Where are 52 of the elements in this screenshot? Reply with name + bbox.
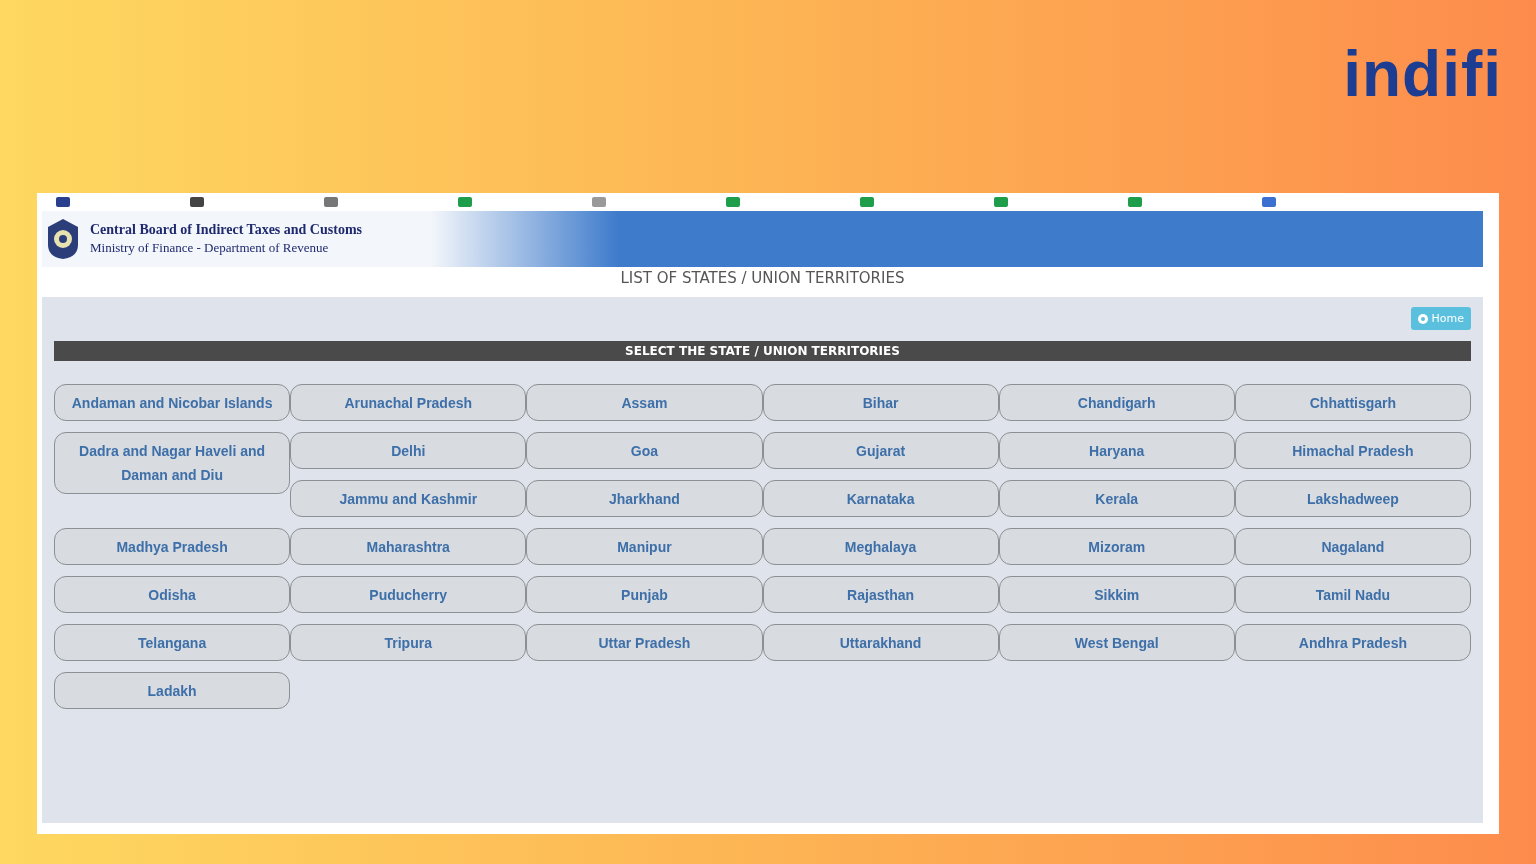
bookmark-icon[interactable] bbox=[190, 197, 204, 207]
state-button[interactable]: Nagaland bbox=[1234, 528, 1471, 565]
state-button[interactable]: Arunachal Pradesh bbox=[290, 384, 527, 421]
state-button[interactable]: Sikkim bbox=[998, 576, 1235, 613]
bookmark-icon[interactable] bbox=[324, 197, 338, 207]
bookmark-icon[interactable] bbox=[994, 197, 1008, 207]
state-button[interactable]: West Bengal bbox=[998, 624, 1235, 661]
state-button[interactable]: Mizoram bbox=[998, 528, 1235, 565]
state-button[interactable]: Kerala bbox=[998, 480, 1235, 517]
header-subtitle: Ministry of Finance - Department of Revenue bbox=[90, 240, 330, 256]
bookmark-icon[interactable] bbox=[458, 197, 472, 207]
home-button[interactable]: Home bbox=[1410, 307, 1471, 330]
page-title: LIST OF STATES / UNION TERRITORIES bbox=[619, 268, 906, 289]
state-button[interactable]: Dadra and Nagar Haveli and Daman and Diu bbox=[54, 432, 291, 494]
circle-icon bbox=[1417, 313, 1428, 324]
state-button[interactable]: Andhra Pradesh bbox=[1234, 624, 1471, 661]
state-button[interactable]: Haryana bbox=[998, 432, 1235, 469]
state-button[interactable]: Himachal Pradesh bbox=[1234, 432, 1471, 469]
state-button[interactable]: Lakshadweep bbox=[1234, 480, 1471, 517]
state-button[interactable]: Assam bbox=[526, 384, 763, 421]
state-button[interactable]: Andaman and Nicobar Islands bbox=[54, 384, 291, 421]
state-button[interactable]: Uttarakhand bbox=[762, 624, 999, 661]
state-button[interactable]: Chandigarh bbox=[998, 384, 1235, 421]
state-button[interactable]: Punjab bbox=[526, 576, 763, 613]
brand-logo: indifi bbox=[1343, 42, 1502, 106]
bookmark-icon[interactable] bbox=[1262, 197, 1276, 207]
bookmark-icon[interactable] bbox=[726, 197, 740, 207]
header-title: Central Board of Indirect Taxes and Customs bbox=[90, 222, 362, 238]
state-button[interactable]: Meghalaya bbox=[762, 528, 999, 565]
state-button[interactable]: Telangana bbox=[54, 624, 291, 661]
state-button[interactable]: Uttar Pradesh bbox=[526, 624, 763, 661]
state-button[interactable]: Tamil Nadu bbox=[1234, 576, 1471, 613]
state-button[interactable]: Ladakh bbox=[54, 672, 291, 709]
state-button[interactable]: Tripura bbox=[290, 624, 527, 661]
state-button[interactable]: Puducherry bbox=[290, 576, 527, 613]
state-button[interactable]: Madhya Pradesh bbox=[54, 528, 291, 565]
section-header: SELECT THE STATE / UNION TERRITORIES bbox=[54, 341, 1471, 361]
state-button[interactable]: Maharashtra bbox=[290, 528, 527, 565]
state-button[interactable]: Delhi bbox=[290, 432, 527, 469]
state-button[interactable]: Jammu and Kashmir bbox=[290, 480, 527, 517]
state-button[interactable]: Goa bbox=[526, 432, 763, 469]
bookmark-icon[interactable] bbox=[56, 197, 70, 207]
state-button[interactable]: Manipur bbox=[526, 528, 763, 565]
bookmark-icon[interactable] bbox=[860, 197, 874, 207]
bookmark-icon[interactable] bbox=[1128, 197, 1142, 207]
state-button[interactable]: Jharkhand bbox=[526, 480, 763, 517]
state-button[interactable]: Karnataka bbox=[762, 480, 999, 517]
state-button[interactable]: Gujarat bbox=[762, 432, 999, 469]
state-button[interactable]: Odisha bbox=[54, 576, 291, 613]
state-button[interactable]: Bihar bbox=[762, 384, 999, 421]
state-button[interactable]: Chhattisgarh bbox=[1234, 384, 1471, 421]
state-button[interactable]: Rajasthan bbox=[762, 576, 999, 613]
